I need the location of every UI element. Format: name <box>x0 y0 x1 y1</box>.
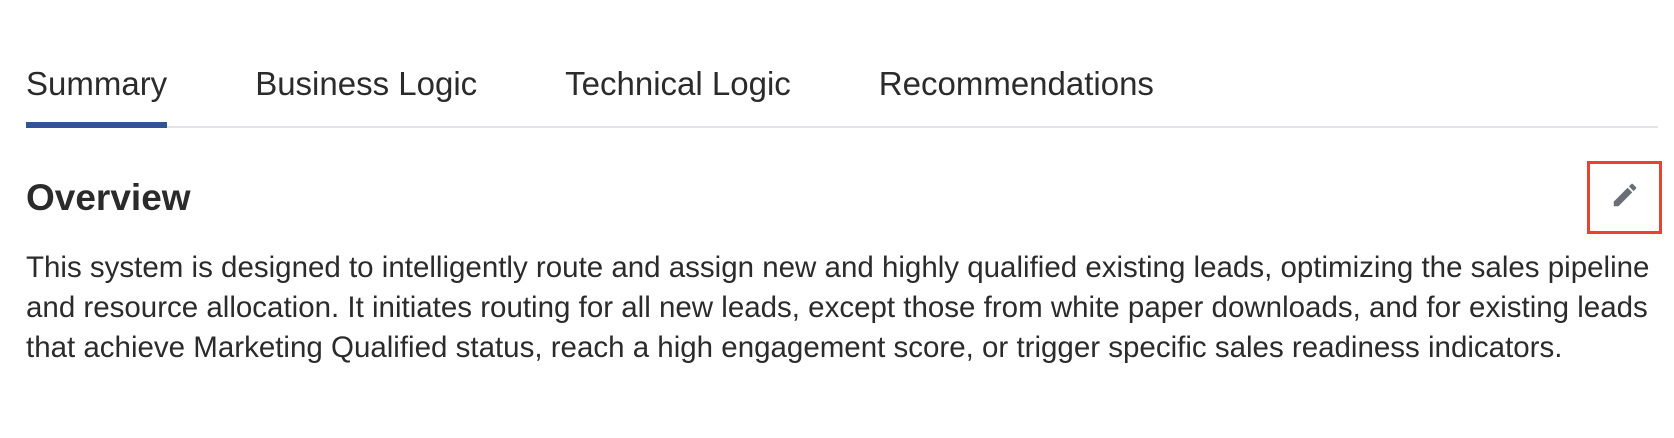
tab-bar: Summary Business Logic Technical Logic R… <box>26 40 1658 128</box>
tab-business-logic[interactable]: Business Logic <box>255 40 477 126</box>
tab-summary[interactable]: Summary <box>26 40 168 128</box>
overview-text: This system is designed to intelligently… <box>26 251 1650 364</box>
pencil-icon <box>1610 180 1640 215</box>
tab-recommendations[interactable]: Recommendations <box>879 40 1154 126</box>
section-title: Overview <box>26 177 191 218</box>
tab-technical-logic[interactable]: Technical Logic <box>565 40 791 126</box>
edit-button[interactable] <box>1587 161 1662 234</box>
